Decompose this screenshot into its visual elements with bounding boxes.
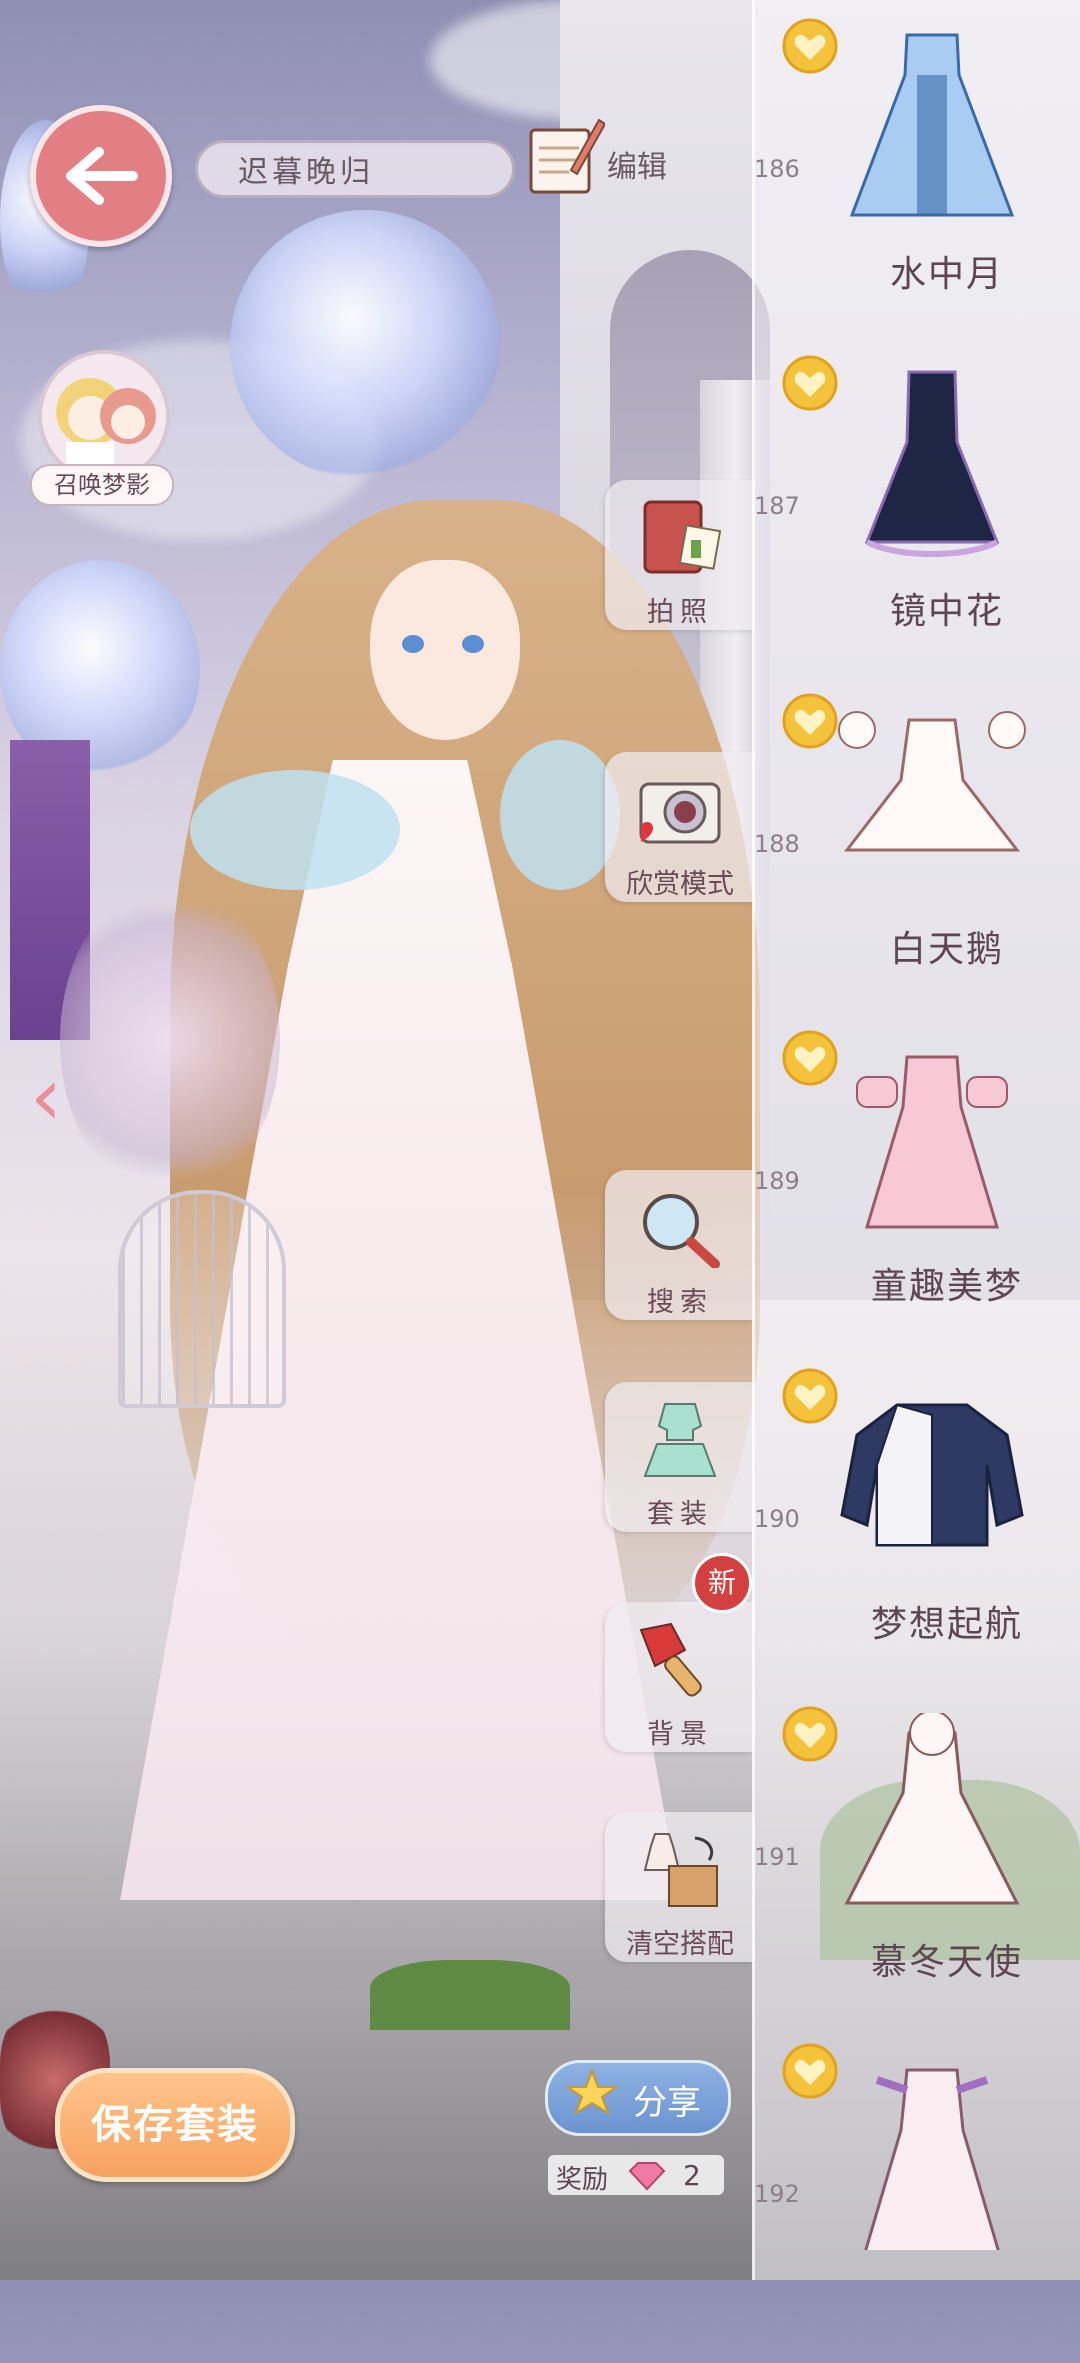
item-name: 镜中花 xyxy=(889,591,1004,632)
flower-ball-decoration xyxy=(230,210,500,480)
edit-button[interactable]: 编辑 xyxy=(525,110,685,200)
gold-heart-medal-icon xyxy=(782,693,838,749)
arrow-left-icon xyxy=(66,147,138,205)
pink-dress-icon xyxy=(856,1055,1008,1229)
notepad-pencil-icon xyxy=(529,118,605,194)
list-item[interactable]: 188 白天鹅 xyxy=(752,675,1080,1013)
item-number: 187 xyxy=(754,492,800,520)
reward-count: 2 xyxy=(683,2159,701,2192)
item-number: 190 xyxy=(754,1505,800,1533)
navy-jacket-icon xyxy=(840,1403,1024,1547)
outfit-set-label: 套装 xyxy=(647,1499,713,1530)
list-item[interactable]: 187 镜中花 xyxy=(752,337,1080,675)
outfit-set-icon xyxy=(643,1403,717,1477)
background-button[interactable]: 背景 xyxy=(605,1602,755,1752)
list-item[interactable]: 192 xyxy=(752,2025,1080,2363)
camera-icon xyxy=(639,782,721,844)
reward-label: 奖励 xyxy=(556,2165,609,2195)
gold-heart-medal-icon xyxy=(782,355,838,411)
list-item[interactable]: 189 童趣美梦 xyxy=(752,1012,1080,1350)
blue-dress-icon xyxy=(849,33,1015,217)
item-number: 188 xyxy=(754,830,800,858)
item-name: 白天鹅 xyxy=(889,929,1004,970)
black-qipao-dress-icon xyxy=(864,370,1000,557)
item-number: 191 xyxy=(754,1843,800,1871)
summon-dream-shadow-button[interactable]: 召唤梦影 xyxy=(30,350,174,510)
chevron-left-icon[interactable]: ‹ xyxy=(30,1050,62,1143)
search-button[interactable]: 搜索 xyxy=(605,1170,755,1320)
appreciate-mode-button[interactable]: 欣赏模式 xyxy=(605,752,755,902)
item-name: 童趣美梦 xyxy=(870,1266,1023,1307)
winter-angel-dress-icon xyxy=(844,1713,1020,1905)
item-number: 192 xyxy=(754,2180,800,2208)
birdcage xyxy=(118,1190,286,1408)
share-button[interactable]: 分享 xyxy=(545,2060,731,2136)
new-badge: 新 xyxy=(692,1553,752,1613)
photo-button[interactable]: 拍照 xyxy=(605,480,755,630)
item-number: 189 xyxy=(754,1167,800,1195)
photo-album-icon xyxy=(643,500,722,574)
photo-label: 拍照 xyxy=(647,597,713,628)
character-face xyxy=(370,560,520,740)
star-hand-icon xyxy=(564,2068,620,2116)
outfit-set-button[interactable]: 套装 xyxy=(605,1382,755,1532)
save-outfit-button[interactable]: 保存套装 xyxy=(55,2068,295,2182)
item-number: 186 xyxy=(754,155,800,183)
list-item[interactable]: 191 慕冬天使 xyxy=(752,1688,1080,2026)
gold-heart-medal-icon xyxy=(782,1706,838,1762)
clear-outfit-button[interactable]: 清空搭配 xyxy=(605,1812,755,1962)
character-eye xyxy=(462,635,484,653)
feather-shawl xyxy=(190,770,400,890)
background-label: 背景 xyxy=(647,1719,713,1750)
gold-heart-medal-icon xyxy=(782,18,838,74)
outfit-name-text: 迟暮晚归 xyxy=(238,155,374,190)
clear-outfit-label: 清空搭配 xyxy=(626,1929,734,1960)
item-name: 慕冬天使 xyxy=(870,1942,1023,1983)
chibi-avatar-icon xyxy=(56,378,156,478)
white-swan-dress-icon xyxy=(838,711,1026,852)
magnifier-icon xyxy=(643,1194,720,1268)
gold-heart-medal-icon xyxy=(782,2043,838,2099)
paint-brush-icon xyxy=(639,1622,702,1697)
appreciate-mode-label: 欣赏模式 xyxy=(626,869,734,900)
character-eye xyxy=(402,635,424,653)
lavender-dress-icon xyxy=(864,2068,1000,2250)
reward-info: 奖励 2 xyxy=(548,2155,724,2195)
summon-avatar xyxy=(38,350,170,482)
summon-label: 召唤梦影 xyxy=(30,464,174,506)
clear-outfit-icon xyxy=(643,1833,718,1907)
flower-bush xyxy=(60,880,280,1200)
list-item[interactable]: 186 水中月 xyxy=(752,0,1080,338)
grass xyxy=(370,1960,570,2030)
item-name: 水中月 xyxy=(889,254,1004,295)
share-label: 分享 xyxy=(633,2083,701,2123)
gold-heart-medal-icon xyxy=(782,1030,838,1086)
outfit-name-field[interactable]: 迟暮晚归 xyxy=(195,140,515,198)
gold-heart-medal-icon xyxy=(782,1368,838,1424)
edit-label: 编辑 xyxy=(607,150,667,185)
list-item[interactable]: 190 梦想起航 xyxy=(752,1350,1080,1688)
feather-shawl xyxy=(500,740,620,890)
pink-gem-icon xyxy=(628,2162,666,2191)
item-name: 梦想起航 xyxy=(870,1604,1023,1645)
back-button[interactable] xyxy=(30,105,172,247)
search-label: 搜索 xyxy=(647,1287,713,1318)
